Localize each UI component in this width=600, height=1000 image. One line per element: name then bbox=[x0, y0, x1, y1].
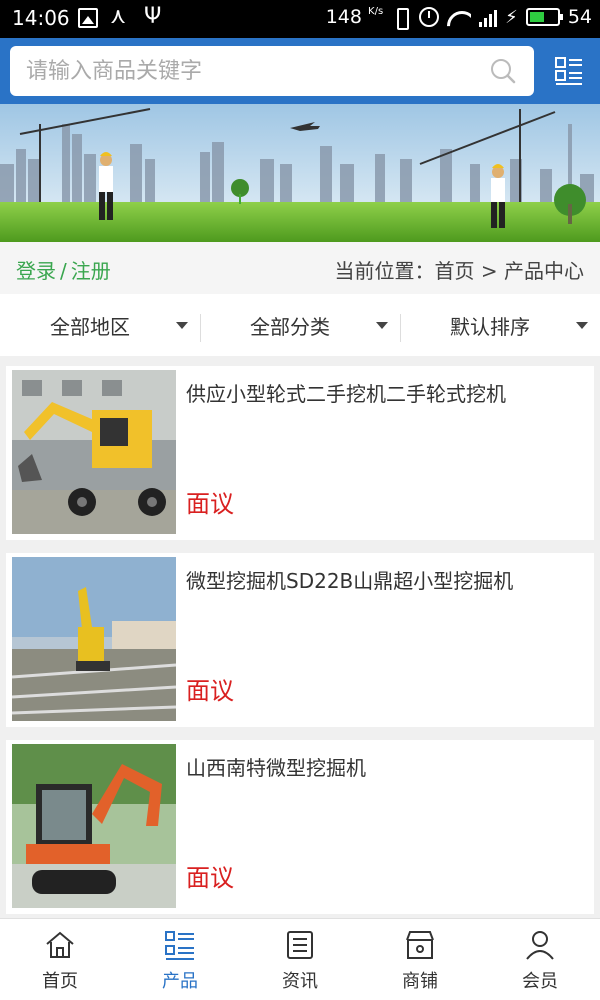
battery-level: 54 bbox=[567, 6, 592, 28]
nav-products[interactable]: 产品 bbox=[120, 919, 240, 1000]
nav-member[interactable]: 会员 bbox=[480, 919, 600, 1000]
register-link[interactable]: 注册 bbox=[71, 259, 111, 283]
status-time: 14:06 bbox=[12, 6, 70, 30]
filter-sort[interactable]: 默认排序 bbox=[400, 294, 600, 356]
header bbox=[0, 38, 600, 104]
chevron-down-icon bbox=[376, 322, 388, 329]
nav-label: 会员 bbox=[522, 971, 558, 992]
usb-icon bbox=[142, 4, 162, 29]
product-image[interactable] bbox=[12, 557, 176, 721]
nav-stores[interactable]: 商铺 bbox=[360, 919, 480, 1000]
nav-label: 资讯 bbox=[282, 971, 318, 992]
search-icon[interactable] bbox=[490, 58, 516, 84]
news-icon bbox=[287, 931, 313, 959]
nav-home[interactable]: 首页 bbox=[0, 919, 120, 1000]
filter-category[interactable]: 全部分类 bbox=[200, 294, 400, 356]
user-icon bbox=[526, 931, 554, 960]
product-card[interactable]: 山西南特微型挖掘机 面议 bbox=[6, 740, 594, 914]
list-icon bbox=[165, 931, 194, 960]
notification-icons bbox=[78, 4, 162, 29]
chevron-down-icon bbox=[576, 322, 588, 329]
product-price: 面议 bbox=[186, 677, 234, 705]
product-card[interactable]: 微型挖掘机SD22B山鼎超小型挖掘机 面议 bbox=[6, 553, 594, 727]
bottom-nav: 首页 产品 资讯 商铺 会员 bbox=[0, 918, 600, 1000]
breadcrumb: 当前位置：首页 > 产品中心 bbox=[334, 259, 584, 283]
filter-label: 默认排序 bbox=[450, 314, 530, 339]
product-price: 面议 bbox=[186, 864, 234, 892]
net-speed: 148 K/s bbox=[325, 6, 384, 28]
wifi-icon bbox=[447, 7, 471, 27]
system-icons: 148 K/s ⚡ 54 bbox=[325, 6, 592, 30]
info-bar: 登录 / 注册 当前位置：首页 > 产品中心 bbox=[0, 242, 600, 294]
product-title[interactable]: 山西南特微型挖掘机 bbox=[186, 754, 584, 782]
signal-icon bbox=[479, 7, 498, 27]
filter-bar: 全部地区 全部分类 默认排序 bbox=[0, 294, 600, 356]
charging-icon: ⚡ bbox=[505, 6, 518, 28]
product-title[interactable]: 供应小型轮式二手挖机二手轮式挖机 bbox=[186, 380, 584, 408]
banner-image[interactable] bbox=[0, 104, 600, 242]
search-box[interactable] bbox=[10, 46, 534, 96]
product-price: 面议 bbox=[186, 490, 234, 518]
category-menu-icon[interactable] bbox=[554, 56, 584, 86]
product-title[interactable]: 微型挖掘机SD22B山鼎超小型挖掘机 bbox=[186, 567, 584, 595]
alarm-icon bbox=[419, 7, 440, 27]
status-bar: 14:06 148 K/s ⚡ 54 bbox=[0, 0, 600, 38]
chevron-down-icon bbox=[176, 322, 188, 329]
home-icon bbox=[46, 931, 74, 958]
nav-label: 首页 bbox=[42, 971, 78, 992]
share-icon bbox=[110, 4, 130, 29]
product-image[interactable] bbox=[12, 370, 176, 534]
battery-icon bbox=[525, 8, 563, 26]
login-link[interactable]: 登录 bbox=[16, 259, 56, 283]
auth-links: 登录 / 注册 bbox=[16, 255, 111, 284]
product-card[interactable]: 供应小型轮式二手挖机二手轮式挖机 面议 bbox=[6, 366, 594, 540]
store-icon bbox=[406, 931, 434, 959]
filter-label: 全部地区 bbox=[50, 314, 130, 339]
auth-separator: / bbox=[60, 259, 67, 283]
filter-region[interactable]: 全部地区 bbox=[0, 294, 200, 356]
nav-label: 商铺 bbox=[402, 971, 438, 992]
nav-label: 产品 bbox=[162, 971, 198, 992]
image-icon bbox=[78, 8, 98, 28]
nav-news[interactable]: 资讯 bbox=[240, 919, 360, 1000]
search-input[interactable] bbox=[26, 46, 476, 96]
product-image[interactable] bbox=[12, 744, 176, 908]
filter-label: 全部分类 bbox=[250, 314, 330, 339]
vibrate-icon bbox=[391, 7, 411, 30]
